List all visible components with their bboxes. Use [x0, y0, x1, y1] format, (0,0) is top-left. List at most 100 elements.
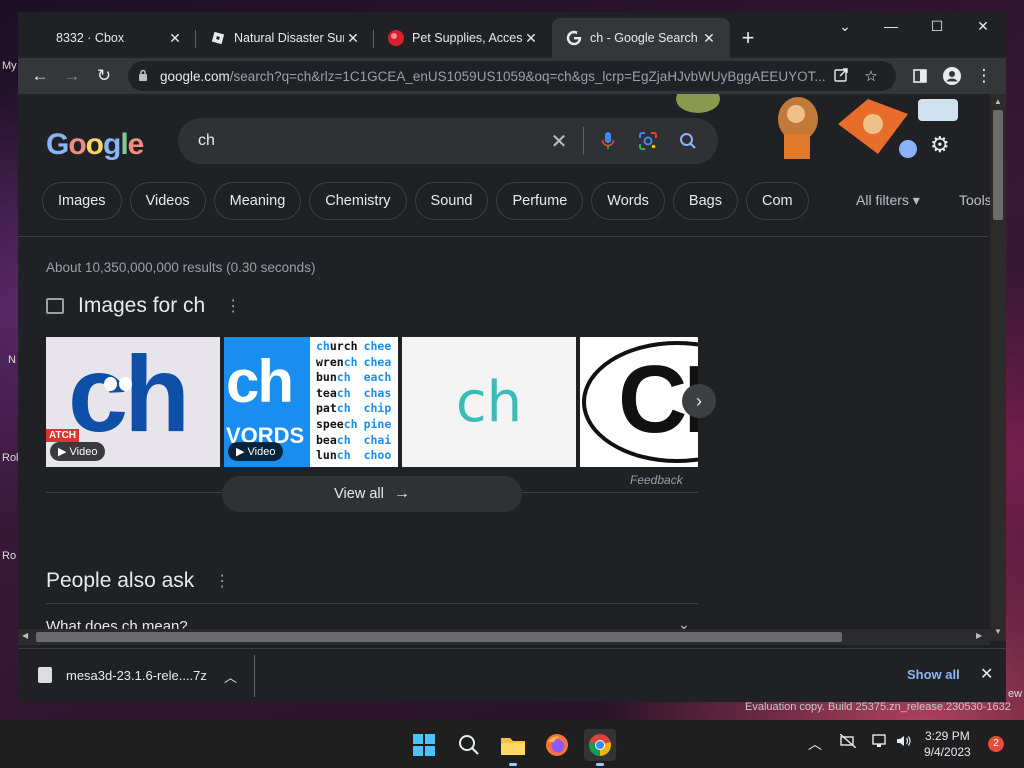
show-all-downloads-button[interactable]: Show all [907, 667, 960, 682]
archive-file-icon [38, 667, 52, 683]
chevron-up-icon[interactable]: ︿ [808, 734, 822, 754]
search-box[interactable]: ch ✕ [178, 118, 718, 164]
lens-search-icon[interactable] [628, 121, 668, 161]
close-tab-icon[interactable]: ✕ [522, 30, 540, 47]
side-panel-icon[interactable] [904, 60, 936, 92]
more-options-icon[interactable]: ⋮ [225, 296, 241, 316]
all-filters-button[interactable]: All filters ▾ [856, 192, 920, 209]
close-download-bar-icon[interactable]: ✕ [980, 664, 993, 684]
image-icon [46, 298, 64, 314]
desktop-icon-label[interactable]: Ro [2, 550, 16, 562]
view-all-button[interactable]: View all → [222, 476, 522, 512]
tab-google-search[interactable]: ch - Google Search ✕ [552, 18, 730, 58]
voice-search-icon[interactable] [588, 121, 628, 161]
images-section-title: Images for ch ⋮ [46, 294, 241, 318]
browser-window: 8332 · Cbox ✕ Natural Disaster Survi ✕ P… [18, 12, 1006, 702]
tab-title: ch - Google Search [590, 31, 698, 45]
word-item: lunch [316, 448, 351, 463]
close-tab-icon[interactable]: ✕ [166, 30, 184, 47]
word-item: chee [363, 339, 392, 353]
desktop-icon-label[interactable]: N [8, 354, 16, 366]
close-window-button[interactable]: ✕ [960, 12, 1006, 40]
word-item: pine [363, 416, 392, 431]
scrollbar-thumb[interactable] [993, 110, 1003, 220]
tab-cbox[interactable]: 8332 · Cbox ✕ [18, 18, 196, 58]
tab-search-dropdown-icon[interactable]: ⌄ [822, 12, 868, 40]
url-text[interactable]: google.com/search?q=ch&rlz=1C1GCEA_enUS1… [160, 69, 826, 84]
chip-perfume[interactable]: Perfume [496, 182, 584, 220]
google-icon [566, 30, 582, 46]
word-item: chip [363, 401, 392, 416]
download-item[interactable]: mesa3d-23.1.6-rele....7z [38, 667, 207, 683]
desktop-icon-label[interactable]: Rol [2, 452, 19, 464]
chrome-icon[interactable] [584, 729, 616, 766]
chip-images[interactable]: Images [42, 182, 122, 220]
chip-meaning[interactable]: Meaning [213, 182, 302, 220]
tab-natural-disaster[interactable]: Natural Disaster Survi ✕ [196, 18, 374, 58]
chip-bags[interactable]: Bags [672, 182, 738, 220]
image-thumbnail[interactable]: ch [402, 337, 576, 467]
reload-button[interactable]: ↻ [88, 60, 120, 92]
doodle-illustration[interactable] [668, 94, 968, 174]
bookmark-star-icon[interactable]: ☆ [856, 67, 886, 85]
word-item: speech [316, 416, 358, 431]
image-thumbnail[interactable]: ch VORDS church wrench bunch teach patch… [224, 337, 398, 467]
desktop-icon-label[interactable]: My [2, 60, 17, 72]
file-explorer-icon[interactable] [497, 729, 529, 766]
tools-button[interactable]: Tools [959, 192, 992, 208]
image-thumbnail[interactable]: CH [580, 337, 698, 467]
scrollbar-thumb[interactable] [36, 632, 842, 642]
window-controls: ⌄ — ☐ ✕ [822, 12, 1006, 40]
scroll-right-arrow[interactable]: ▶ [976, 631, 982, 640]
image-thumbnail[interactable]: ch ATCH ▶ Video [46, 337, 220, 467]
cbox-icon [32, 30, 48, 46]
divider [254, 655, 255, 697]
carousel-next-button[interactable]: › [682, 384, 716, 418]
images-heading[interactable]: Images for ch [78, 294, 205, 318]
scroll-up-arrow[interactable]: ▲ [990, 97, 1006, 106]
scroll-down-arrow[interactable]: ▼ [990, 627, 1006, 636]
feedback-link[interactable]: Feedback [630, 473, 683, 487]
horizontal-scrollbar[interactable]: ◀ ▶ [18, 629, 990, 645]
menu-kebab-icon[interactable]: ⋮ [968, 60, 1000, 92]
image-carousel: ch ATCH ▶ Video ch VORDS church wrench b… [46, 337, 698, 467]
tab-title: Pet Supplies, Accesso [412, 31, 522, 45]
volume-icon[interactable] [896, 734, 912, 751]
chip-words[interactable]: Words [591, 182, 665, 220]
profile-icon[interactable] [936, 60, 968, 92]
google-doodle-logo[interactable]: Google [46, 128, 144, 162]
network-disconnected-icon[interactable] [839, 733, 857, 751]
minimize-button[interactable]: — [868, 12, 914, 40]
close-tab-icon[interactable]: ✕ [344, 30, 362, 47]
desktop-icon-label[interactable]: ew [1008, 688, 1022, 700]
system-clock[interactable]: 3:29 PM 9/4/2023 [924, 728, 971, 760]
vertical-scrollbar[interactable]: ▲ ▼ [990, 94, 1006, 641]
address-bar[interactable]: google.com/search?q=ch&rlz=1C1GCEA_enUS1… [128, 61, 896, 91]
word-item: chea [363, 354, 392, 369]
back-button[interactable]: ← [24, 60, 56, 92]
tab-pet-supplies[interactable]: Pet Supplies, Accesso ✕ [374, 18, 552, 58]
chip-chemistry[interactable]: Chemistry [309, 182, 407, 220]
start-button[interactable] [408, 729, 440, 761]
search-input[interactable]: ch [198, 132, 539, 150]
scroll-left-arrow[interactable]: ◀ [22, 631, 28, 640]
more-options-icon[interactable]: ⋮ [214, 571, 230, 591]
maximize-button[interactable]: ☐ [914, 12, 960, 40]
close-tab-icon[interactable]: ✕ [700, 30, 718, 47]
chevron-up-icon[interactable]: ︿ [224, 667, 237, 686]
forward-button[interactable]: → [56, 60, 88, 92]
network-icon[interactable] [872, 734, 888, 751]
firefox-icon[interactable] [541, 729, 573, 761]
search-taskbar-icon[interactable] [453, 729, 485, 761]
word-item: each [363, 370, 392, 385]
clear-search-icon[interactable]: ✕ [539, 121, 579, 161]
chip-sound[interactable]: Sound [414, 182, 489, 220]
notification-badge[interactable]: 2 [988, 736, 1004, 752]
chip-videos[interactable]: Videos [129, 182, 206, 220]
word-item: chas [363, 385, 392, 400]
settings-gear-icon[interactable]: ⚙ [930, 132, 950, 158]
share-icon[interactable] [826, 67, 856, 86]
new-tab-button[interactable]: + [730, 18, 766, 58]
lock-icon[interactable] [138, 69, 154, 84]
chip-com[interactable]: Com [745, 182, 809, 220]
